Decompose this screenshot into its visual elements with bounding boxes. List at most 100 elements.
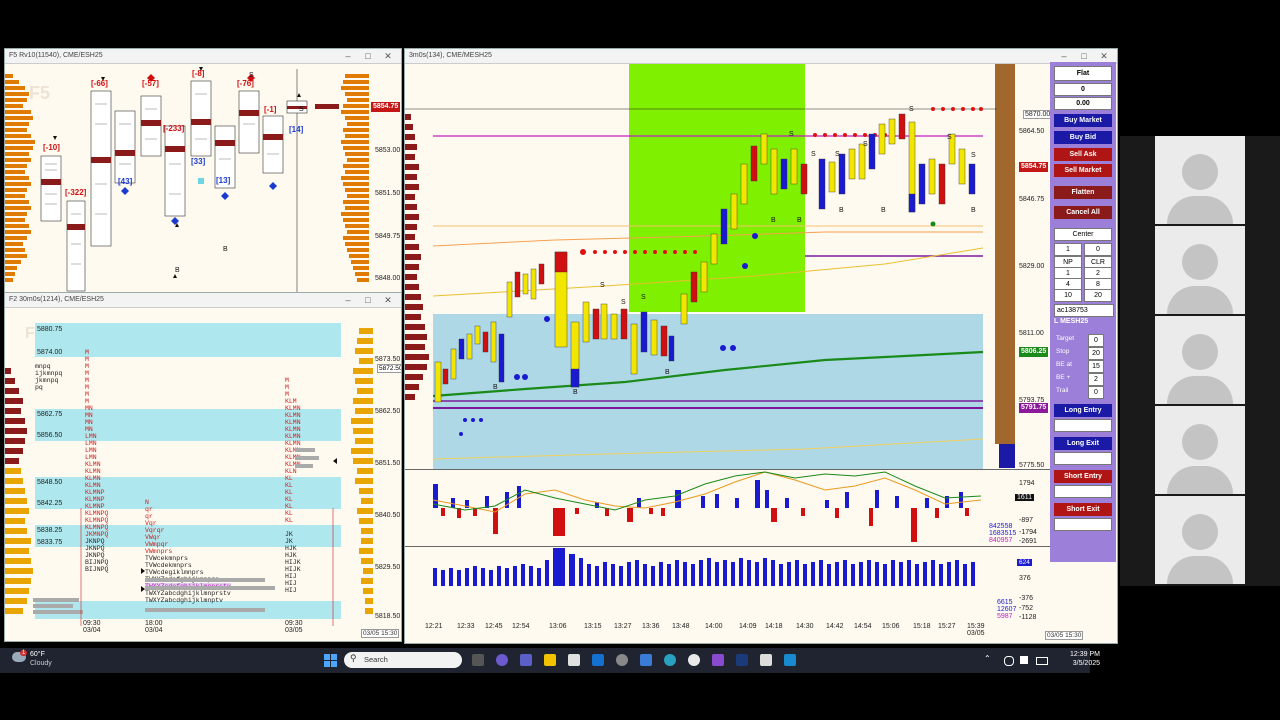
qty-preset-button[interactable]: 20 (1084, 289, 1112, 302)
monitor-icon[interactable] (760, 654, 772, 666)
be-plus-input[interactable]: 2 (1088, 373, 1104, 386)
long-entry-button[interactable]: Long Entry (1054, 404, 1112, 417)
volume-icon[interactable] (1020, 656, 1028, 664)
task-view-icon[interactable] (472, 654, 484, 666)
target-input[interactable]: 0 (1088, 334, 1104, 347)
teams-icon[interactable] (520, 654, 532, 666)
buy-bid-button[interactable]: Buy Bid (1054, 131, 1112, 144)
buy-market-button[interactable]: Buy Market (1054, 114, 1112, 127)
main-axis-label: 5870.00 (1023, 110, 1053, 119)
network-app-icon[interactable] (784, 654, 796, 666)
app-icon[interactable] (640, 654, 652, 666)
trading-app-icon[interactable] (736, 654, 748, 666)
trail-input[interactable]: 0 (1088, 386, 1104, 399)
participant-avatar[interactable] (1155, 136, 1245, 224)
close-icon[interactable]: ✕ (379, 293, 397, 307)
main-corner-time: 03/05 15:30 (1045, 631, 1084, 640)
close-icon[interactable]: ✕ (1095, 49, 1113, 63)
minimize-icon[interactable]: – (339, 293, 357, 307)
store-icon[interactable] (568, 654, 580, 666)
svg-text:S: S (835, 151, 840, 158)
sell-ask-button[interactable]: Sell Ask (1054, 148, 1112, 161)
svg-text:S: S (789, 131, 794, 138)
tpo-axis-tag: 5872.50 (377, 364, 401, 373)
close-icon[interactable]: ✕ (379, 49, 397, 63)
time-axis-label: 13:48 (672, 623, 690, 630)
delta-label-blue: [14] (289, 125, 304, 134)
osc2-axis-label: -1128 (1019, 614, 1037, 621)
cancel-all-button[interactable]: Cancel All (1054, 206, 1112, 219)
osc1-axis-label: -2691 (1019, 538, 1037, 545)
position-pnl: 0.00 (1054, 97, 1112, 110)
osc2-readout: 6615 (997, 599, 1013, 606)
file-explorer-icon[interactable] (544, 654, 556, 666)
tpo-time-label: 09:30 (285, 620, 303, 627)
sell-market-button[interactable]: Sell Market (1054, 164, 1112, 177)
settings-icon[interactable] (616, 654, 628, 666)
short-entry-select[interactable] (1054, 485, 1112, 498)
long-exit-select[interactable] (1054, 452, 1112, 465)
osc1-axis-label: -1794 (1019, 529, 1037, 536)
time-axis-label: 13:15 (584, 623, 602, 630)
participant-avatar[interactable] (1155, 226, 1245, 314)
outlook-icon[interactable] (592, 654, 604, 666)
wifi-icon[interactable] (1004, 656, 1014, 666)
quantity-input-secondary[interactable]: 0 (1084, 243, 1112, 256)
center-button[interactable]: Center (1054, 228, 1112, 241)
copilot-icon[interactable] (496, 654, 508, 666)
time-axis-label: 12:54 (512, 623, 530, 630)
clock-time[interactable]: 12:39 PM (1062, 651, 1100, 658)
left-top-chart[interactable]: B B S S (5, 64, 401, 292)
minimize-icon[interactable]: – (1055, 49, 1073, 63)
maximize-icon[interactable]: □ (359, 293, 377, 307)
participant-avatar[interactable] (1155, 316, 1245, 404)
short-exit-select[interactable] (1054, 518, 1112, 531)
osc2-axis-label: 376 (1019, 575, 1031, 582)
osc1-axis-label: 1794 (1019, 480, 1035, 487)
account-select[interactable]: ac138753 (1054, 304, 1114, 317)
stop-input[interactable]: 20 (1088, 347, 1104, 360)
visual-studio-icon[interactable] (712, 654, 724, 666)
clock-date[interactable]: 3/5/2025 (1062, 660, 1100, 667)
delta-markers-blue (121, 182, 277, 225)
maximize-icon[interactable]: □ (359, 49, 377, 63)
svg-text:B: B (797, 217, 802, 224)
tpo-axis-label: 5862.50 (375, 408, 401, 415)
position-status: Flat (1054, 66, 1112, 81)
be-at-input[interactable]: 15 (1088, 360, 1104, 373)
edge-icon[interactable] (664, 654, 676, 666)
cyan-marker (198, 178, 204, 184)
long-exit-button[interactable]: Long Exit (1054, 437, 1112, 450)
short-exit-button[interactable]: Short Exit (1054, 503, 1112, 516)
chevron-up-icon[interactable]: ⌃ (984, 654, 991, 663)
battery-icon[interactable] (1036, 657, 1048, 665)
short-entry-button[interactable]: Short Entry (1054, 470, 1112, 483)
long-entry-select[interactable] (1054, 419, 1112, 432)
main-current-price-tag: 5854.75 (1019, 162, 1049, 172)
tpo-axis-label: 5818.50 (375, 613, 401, 620)
svg-text:S: S (249, 72, 254, 79)
start-icon[interactable] (324, 654, 337, 667)
participant-avatar[interactable] (1155, 496, 1245, 584)
svg-text:S: S (947, 134, 952, 141)
minimize-icon[interactable]: – (339, 49, 357, 63)
chrome-icon[interactable] (688, 654, 700, 666)
search-box[interactable]: ⚲ Search (344, 652, 462, 668)
oscillator-2[interactable] (405, 546, 1051, 620)
maximize-icon[interactable]: □ (1075, 49, 1093, 63)
main-right-profile (995, 64, 1015, 468)
svg-text:S: S (971, 152, 976, 159)
participant-avatar[interactable] (1155, 406, 1245, 494)
quantity-input[interactable]: 1 (1054, 243, 1082, 256)
main-purple-tag: 5791.75 (1019, 403, 1049, 413)
weather-desc: Cloudy (30, 660, 52, 667)
delta-label: [-233] (163, 124, 185, 133)
flatten-button[interactable]: Flatten (1054, 186, 1112, 199)
svg-text:S: S (299, 106, 304, 113)
left-bottom-tpo-window: F2 30m0s(1214), CME/ESH25 – □ ✕ F2 5880.… (4, 292, 402, 642)
delta-label-blue: [33] (191, 157, 206, 166)
oscillator-1[interactable] (405, 469, 1051, 547)
tpo-axis-label: 5873.50 (375, 356, 401, 363)
qty-preset-button[interactable]: 10 (1054, 289, 1082, 302)
svg-text:S: S (811, 151, 816, 158)
